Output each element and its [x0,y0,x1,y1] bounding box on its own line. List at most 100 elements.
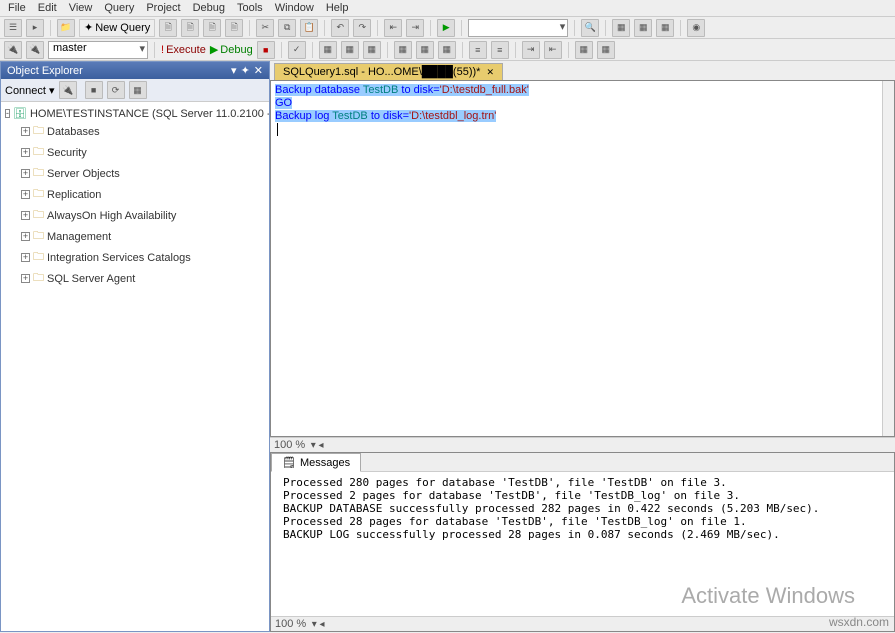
tool-redo-icon[interactable]: ↷ [353,19,371,37]
tool-open-icon[interactable]: ▸ [26,19,44,37]
tree-node-databases[interactable]: + 🗀 Databases [21,121,265,142]
tool-outdent-icon[interactable]: ⇤ [544,41,562,59]
refresh-icon[interactable]: ⟳ [107,81,125,99]
messages-zoom-label[interactable]: 100 % [275,618,306,630]
editor-zoom-label[interactable]: 100 % [274,439,305,451]
messages-tab[interactable]: 🗒 Messages [271,453,361,472]
tool-db1-icon[interactable]: 🗎 [159,19,177,37]
close-tab-icon[interactable]: ✕ [486,67,494,78]
expand-icon[interactable]: + [21,232,30,241]
tool-x2-icon[interactable]: ▦ [597,41,615,59]
tool-config-dropdown[interactable] [468,19,568,37]
stop-icon[interactable]: ■ [85,81,103,99]
tool-change-conn-icon[interactable]: 🔌 [4,41,22,59]
tool-win2-icon[interactable]: ▦ [634,19,652,37]
tree-node-server-objects[interactable]: + 🗀 Server Objects [21,163,265,184]
menu-debug[interactable]: Debug [193,2,225,14]
expand-icon[interactable]: + [21,190,30,199]
expand-icon[interactable]: + [21,253,30,262]
database-selector[interactable]: master [48,41,148,59]
folder-icon: 🗀 [33,227,44,246]
editor-content[interactable]: Backup database TestDB to disk='D:\testd… [271,81,894,138]
server-node[interactable]: - 🗄 HOME\TESTINSTANCE (SQL Server 11.0.2… [5,106,265,121]
server-tree[interactable]: - 🗄 HOME\TESTINSTANCE (SQL Server 11.0.2… [1,102,269,631]
menu-bar: File Edit View Query Project Debug Tools… [0,0,895,17]
connect-button[interactable]: Connect ▾ [5,84,55,97]
tool-comment-icon[interactable]: ≡ [469,41,487,59]
scrollbar[interactable] [882,81,894,436]
disconnect-icon[interactable]: 🔌 [59,81,77,99]
menu-file[interactable]: File [8,2,26,14]
menu-tools[interactable]: Tools [237,2,263,14]
tool-r2-icon[interactable]: ▦ [341,41,359,59]
menu-window[interactable]: Window [275,2,314,14]
tool-uncomment-icon[interactable]: ≡ [491,41,509,59]
tool-indent-icon[interactable]: ⇥ [522,41,540,59]
menu-view[interactable]: View [69,2,93,14]
tool-activity-icon[interactable]: ◉ [687,19,705,37]
menu-help[interactable]: Help [326,2,349,14]
object-explorer-title: Object Explorer [7,65,83,77]
server-icon: 🗄 [13,107,27,120]
tool-g2-icon[interactable]: ▦ [416,41,434,59]
expand-icon[interactable]: + [21,148,30,157]
tool-play-icon[interactable]: ▶ [437,19,455,37]
menu-query[interactable]: Query [104,2,134,14]
menu-project[interactable]: Project [146,2,180,14]
sql-file-tab[interactable]: SQLQuery1.sql - HO...OME\████(55))* ✕ [274,63,503,80]
tool-paste-icon[interactable]: 📋 [300,19,318,37]
folder-icon: 🗀 [33,164,44,183]
dropdown-icon[interactable]: ▾ [231,64,237,77]
tool-stop-icon[interactable]: ■ [257,41,275,59]
tool-db4-icon[interactable]: 🗎 [225,19,243,37]
sql-editor[interactable]: Backup database TestDB to disk='D:\testd… [270,80,895,437]
tool-undo-icon[interactable]: ↶ [331,19,349,37]
connect-toolbar: Connect ▾ 🔌 ■ ⟳ ▦ [1,79,269,102]
tool-find-icon[interactable]: 🔍 [581,19,599,37]
expand-icon[interactable]: + [21,274,30,283]
source-watermark: wsxdn.com [829,615,889,629]
menu-edit[interactable]: Edit [38,2,57,14]
tree-node-security[interactable]: + 🗀 Security [21,142,265,163]
tree-label: AlwaysOn High Availability [47,210,176,222]
execute-button[interactable]: ! Execute [161,44,206,56]
tool-db2-icon[interactable]: 🗎 [181,19,199,37]
tool-win3-icon[interactable]: ▦ [656,19,674,37]
tool-r1-icon[interactable]: ▦ [319,41,337,59]
new-query-button[interactable]: ✦ New Query [79,19,155,37]
tree-label: Replication [47,189,101,201]
caret [277,123,278,136]
tool-new-icon[interactable]: ☰ [4,19,22,37]
tree-node-management[interactable]: + 🗀 Management [21,226,265,247]
collapse-icon[interactable]: - [5,109,10,118]
object-explorer-header: Object Explorer ▾ ✦ ✕ [1,62,269,79]
tool-cut-icon[interactable]: ✂ [256,19,274,37]
tool-db3-icon[interactable]: 🗎 [203,19,221,37]
tool-conn2-icon[interactable]: 🔌 [26,41,44,59]
tool-nav2-icon[interactable]: ⇥ [406,19,424,37]
tree-label: Server Objects [47,168,120,180]
tool-x1-icon[interactable]: ▦ [575,41,593,59]
messages-zoom-bar: 100 % ▾ ◂ [271,616,894,631]
tool-g3-icon[interactable]: ▦ [438,41,456,59]
tree-node-sql-server-agent[interactable]: + 🗀 SQL Server Agent [21,268,265,289]
tree-node-alwayson-high-availability[interactable]: + 🗀 AlwaysOn High Availability [21,205,265,226]
tool-win1-icon[interactable]: ▦ [612,19,630,37]
expand-icon[interactable]: + [21,211,30,220]
close-icon[interactable]: ✕ [254,64,263,77]
tree-node-replication[interactable]: + 🗀 Replication [21,184,265,205]
tree-node-integration-services-catalogs[interactable]: + 🗀 Integration Services Catalogs [21,247,265,268]
expand-icon[interactable]: + [21,127,30,136]
pin-icon[interactable]: ✦ [241,64,250,77]
tool-folder-icon[interactable]: 📁 [57,19,75,37]
tool-g1-icon[interactable]: ▦ [394,41,412,59]
editor-zoom-bar: 100 % ▾ ◂ [270,437,895,452]
tool-nav1-icon[interactable]: ⇤ [384,19,402,37]
tool-copy-icon[interactable]: ⧉ [278,19,296,37]
tool-r3-icon[interactable]: ▦ [363,41,381,59]
folder-icon: 🗀 [33,269,44,288]
tool-parse-icon[interactable]: ✓ [288,41,306,59]
expand-icon[interactable]: + [21,169,30,178]
filter-icon[interactable]: ▦ [129,81,147,99]
debug-button[interactable]: ▶ Debug [210,43,253,56]
